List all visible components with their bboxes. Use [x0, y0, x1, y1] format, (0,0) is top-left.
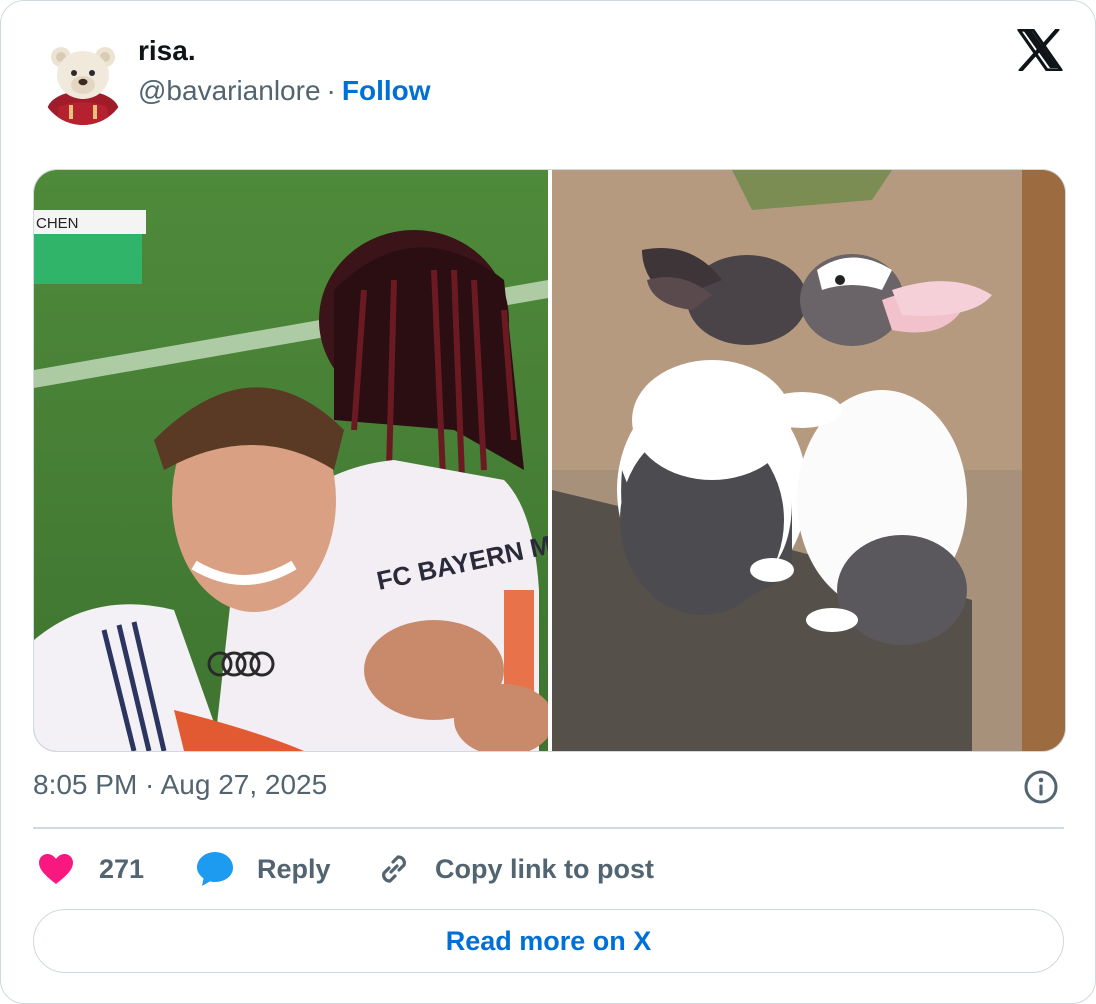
tweet-media[interactable]: CHEN FC BAYERN MÜ: [33, 169, 1066, 752]
football-players-image: CHEN FC BAYERN MÜ: [34, 170, 548, 751]
media-image-rabbits[interactable]: [552, 170, 1065, 751]
follow-link[interactable]: Follow: [342, 75, 431, 106]
read-more-label: Read more on X: [445, 925, 652, 956]
info-icon[interactable]: [1023, 769, 1059, 805]
meta-separator: ·: [326, 75, 336, 106]
rabbits-image: [552, 170, 1065, 751]
author-meta: @bavarianlore · Follow: [138, 73, 431, 109]
divider: [33, 827, 1064, 829]
embedded-tweet-card: risa. @bavarianlore · Follow CHEN FC BAY…: [0, 0, 1096, 1004]
heart-icon: [39, 854, 73, 884]
copy-link-action[interactable]: Copy link to post: [375, 847, 654, 891]
teddy-bear-avatar-icon: [39, 37, 127, 125]
broadcast-overlay-text: CHEN: [36, 215, 79, 232]
like-count: 271: [99, 853, 145, 884]
read-more-button[interactable]: Read more on X: [33, 909, 1064, 973]
author-avatar[interactable]: [39, 37, 127, 125]
copy-link-label: Copy link to post: [435, 853, 654, 884]
reply-bubble-icon: [197, 852, 233, 886]
link-icon: [382, 855, 406, 883]
tweet-timestamp[interactable]: 8:05 PM · Aug 27, 2025: [33, 767, 327, 803]
author-name[interactable]: risa.: [138, 33, 196, 69]
like-action[interactable]: 271: [37, 847, 144, 891]
x-logo-icon[interactable]: [1017, 27, 1063, 73]
reply-label: Reply: [257, 853, 331, 884]
author-handle[interactable]: @bavarianlore: [138, 75, 321, 106]
reply-action[interactable]: Reply: [195, 847, 331, 891]
media-image-football[interactable]: CHEN FC BAYERN MÜ: [34, 170, 548, 751]
